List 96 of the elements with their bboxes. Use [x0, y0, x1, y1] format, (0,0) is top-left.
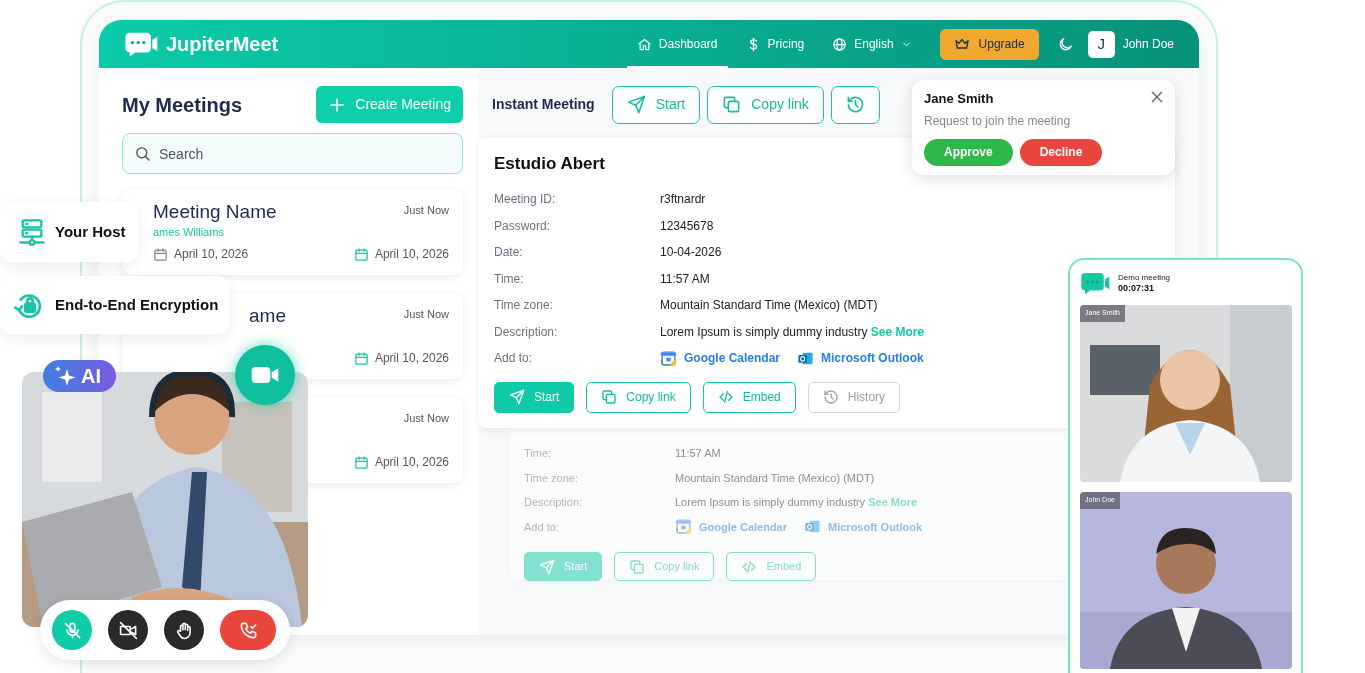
close-icon[interactable] [1149, 89, 1165, 105]
send-icon [626, 95, 646, 114]
meeting-time: Just Now [403, 411, 449, 426]
field-label: Time zone: [494, 297, 554, 315]
code-icon [741, 558, 758, 575]
copy-link-button[interactable]: Copy link [586, 381, 691, 413]
create-meeting-button[interactable]: Create Meeting [316, 86, 463, 123]
home-icon [636, 36, 652, 52]
field-label: Time: [494, 270, 525, 288]
field-value: 10-04-2026 [660, 244, 722, 262]
upgrade-button[interactable]: Upgrade [939, 28, 1039, 60]
field-label: Time: [524, 446, 553, 461]
field-value: Lorem Ipsum is simply dummy industry See More [675, 495, 918, 510]
send-icon [509, 389, 525, 405]
embed-button[interactable]: Embed [726, 552, 817, 581]
meeting-time: Just Now [403, 307, 449, 322]
field-value: 11:57 AM [675, 446, 721, 461]
calendar-link[interactable]: Google Calendar [675, 518, 788, 536]
hand-icon [174, 620, 194, 640]
start-button[interactable]: Start [494, 381, 575, 413]
field-label: Add to: [524, 519, 560, 535]
embed-button[interactable]: Embed [702, 381, 796, 413]
mute-button[interactable] [52, 610, 92, 650]
calendar-link[interactable]: Microsoft Outlook [804, 518, 923, 536]
requester-name: Jane Smith [924, 90, 994, 108]
meeting-date: April 10, 2026 [374, 350, 449, 367]
meeting-title: Meeting Name [153, 200, 277, 224]
start-button[interactable]: Start [524, 552, 603, 581]
copy-icon [722, 95, 742, 114]
field-value: r3ftnardr [660, 191, 706, 209]
decline-button[interactable]: Decline [1019, 138, 1103, 166]
history-button[interactable] [830, 85, 880, 124]
code-icon [717, 389, 734, 405]
meeting-date: April 10, 2026 [374, 454, 449, 471]
phone-icon [238, 620, 258, 640]
ai-label: AI [81, 364, 101, 389]
field-label: Password: [494, 217, 552, 235]
user-avatar[interactable]: J [1087, 30, 1115, 58]
see-more-link[interactable]: See More [870, 324, 925, 339]
calendar-icon [353, 350, 369, 366]
section-title: My Meetings [122, 92, 243, 118]
field-value: 11:57 AM [660, 270, 710, 288]
copy-link-button[interactable]: Copy link [707, 85, 824, 124]
nav-link[interactable]: English [822, 20, 922, 68]
plus-icon [328, 95, 347, 114]
mic-off-icon [62, 620, 82, 640]
meeting-date: April 10, 2026 [174, 246, 249, 263]
calendar-app-icon [660, 349, 677, 367]
copy-link-button[interactable]: Copy link [614, 552, 715, 581]
feature-label: End-to-End Encryption [55, 294, 219, 315]
meeting-title: ame [249, 304, 286, 328]
nav-link[interactable]: Pricing [735, 20, 815, 68]
field-label: Date: [494, 244, 524, 262]
copy-icon [629, 558, 646, 575]
field-label: Add to: [494, 350, 534, 368]
request-message: Request to join the meeting [924, 112, 1071, 130]
send-icon [539, 558, 555, 575]
toolbar-label: Instant Meeting [492, 95, 595, 114]
field-label: Time zone: [524, 470, 579, 486]
approve-button[interactable]: Approve [924, 138, 1013, 166]
feature-label: Your Host [55, 221, 126, 242]
calendar-icon [153, 246, 168, 262]
host-name: ames Williams [153, 226, 224, 238]
server-icon [18, 218, 46, 246]
field-label: Description: [524, 495, 584, 510]
field-label: Meeting ID: [494, 191, 557, 209]
calendar-icon [353, 246, 369, 262]
copy-icon [601, 389, 618, 405]
field-value: Mountain Standard Time (Mexico) (MDT) [660, 297, 878, 315]
meeting-time: Just Now [403, 203, 449, 218]
user-name: John Doe [1122, 36, 1174, 53]
globe-icon [832, 36, 848, 52]
camera-off-icon [118, 620, 138, 640]
calendar-link[interactable]: Microsoft Outlook [797, 349, 924, 368]
end-call-button[interactable] [220, 610, 276, 650]
search-field[interactable]: Search [122, 133, 463, 174]
meeting-title: Estudio Abert [494, 153, 605, 175]
calendar-icon [353, 454, 369, 470]
calendar-app-icon [675, 518, 692, 536]
field-value: Mountain Standard Time (Mexico) (MDT) [675, 470, 875, 486]
field-label: Description: [494, 323, 559, 341]
raise-hand-button[interactable] [164, 610, 204, 650]
brand-name: JupiterMeet [166, 32, 279, 57]
search-icon [134, 145, 151, 162]
meeting-date: April 10, 2026 [374, 246, 449, 263]
calendar-link[interactable]: Google Calendar [660, 349, 781, 368]
history-icon [822, 389, 839, 405]
field-value: Lorem Ipsum is simply dummy industry See More [660, 323, 925, 341]
call-timer: 00:07:31 [1118, 282, 1156, 294]
start-button[interactable]: Start [611, 85, 701, 124]
camera-off-button[interactable] [108, 610, 148, 650]
crown-icon [953, 36, 970, 52]
see-more-link[interactable]: See More [868, 496, 918, 508]
history-icon [845, 95, 865, 114]
field-value: 12345678 [660, 217, 714, 235]
meeting-name: Demo meeting [1118, 272, 1171, 283]
